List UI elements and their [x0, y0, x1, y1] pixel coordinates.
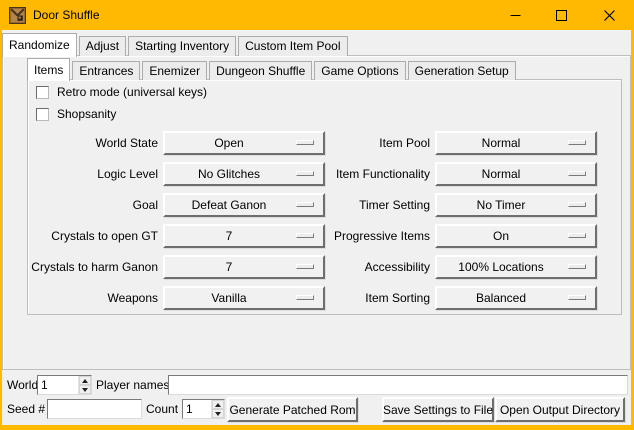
sub-tab-bar: Items Entrances Enemizer Dungeon Shuffle…	[27, 57, 518, 80]
count-spinner[interactable]: 1	[182, 399, 225, 419]
dropdown-indicator-icon	[568, 264, 586, 269]
timer-setting-dropdown[interactable]: No Timer	[435, 193, 597, 217]
progressive-items-dropdown[interactable]: On	[435, 224, 597, 248]
accessibility-dropdown[interactable]: 100% Locations	[435, 255, 597, 279]
item-functionality-label: Item Functionality	[300, 162, 430, 186]
open-output-directory-button[interactable]: Open Output Directory	[495, 397, 625, 422]
world-state-value: Open	[165, 136, 293, 150]
item-pool-value: Normal	[437, 136, 565, 150]
tab-dungeon-shuffle[interactable]: Dungeon Shuffle	[209, 61, 312, 80]
close-icon	[604, 10, 615, 21]
save-settings-button[interactable]: Save Settings to File	[382, 397, 494, 422]
item-sorting-dropdown[interactable]: Balanced	[435, 286, 597, 310]
tab-adjust[interactable]: Adjust	[79, 36, 126, 56]
item-functionality-dropdown[interactable]: Normal	[435, 162, 597, 186]
tab-generation-setup[interactable]: Generation Setup	[408, 61, 516, 80]
count-label: Count	[146, 399, 178, 419]
player-names-input[interactable]	[168, 375, 628, 395]
dropdown-indicator-icon	[568, 233, 586, 238]
retro-mode-row: Retro mode (universal keys)	[36, 85, 207, 99]
tab-enemizer[interactable]: Enemizer	[142, 61, 207, 80]
worlds-value: 1	[38, 376, 78, 394]
crystals-gt-label: Crystals to open GT	[18, 224, 158, 248]
minimize-icon	[510, 10, 521, 21]
title-bar[interactable]: Door Shuffle	[0, 0, 634, 30]
main-tab-bar: Randomize Adjust Starting Inventory Cust…	[2, 32, 350, 56]
tab-entrances[interactable]: Entrances	[72, 61, 140, 80]
close-button[interactable]	[584, 0, 634, 30]
world-state-label: World State	[18, 131, 158, 155]
tab-custom-item-pool[interactable]: Custom Item Pool	[238, 36, 347, 56]
player-names-label: Player names	[96, 375, 169, 395]
retro-mode-label: Retro mode (universal keys)	[57, 85, 207, 99]
crystals-ganon-value: 7	[165, 260, 293, 274]
minimize-button[interactable]	[492, 0, 538, 30]
tab-randomize[interactable]: Randomize	[2, 33, 77, 57]
shopsanity-label: Shopsanity	[57, 107, 116, 121]
goal-value: Defeat Ganon	[165, 198, 293, 212]
item-sorting-label: Item Sorting	[300, 286, 430, 310]
dropdown-indicator-icon	[568, 171, 586, 176]
dropdown-indicator-icon	[568, 140, 586, 145]
item-pool-label: Item Pool	[300, 131, 430, 155]
crystals-gt-value: 7	[165, 229, 293, 243]
item-functionality-value: Normal	[437, 167, 565, 181]
count-value: 1	[183, 400, 211, 418]
spin-down-icon[interactable]	[212, 409, 224, 418]
weapons-value: Vanilla	[165, 291, 293, 305]
spin-up-icon[interactable]	[212, 400, 224, 409]
timer-setting-label: Timer Setting	[300, 193, 430, 217]
seed-label: Seed #	[7, 399, 45, 419]
tab-starting-inventory[interactable]: Starting Inventory	[128, 36, 236, 56]
goal-label: Goal	[18, 193, 158, 217]
tab-items[interactable]: Items	[27, 58, 70, 81]
generate-patched-rom-button[interactable]: Generate Patched Rom	[227, 397, 358, 422]
window-title: Door Shuffle	[33, 0, 100, 30]
app-window: Door Shuffle Randomize Adjust Starting I…	[0, 0, 634, 430]
worlds-spinner-buttons	[78, 376, 91, 394]
progressive-items-label: Progressive Items	[300, 224, 430, 248]
dropdown-indicator-icon	[568, 202, 586, 207]
item-sorting-value: Balanced	[437, 291, 565, 305]
seed-input[interactable]	[47, 399, 142, 419]
accessibility-value: 100% Locations	[437, 260, 565, 274]
item-pool-dropdown[interactable]: Normal	[435, 131, 597, 155]
spin-down-icon[interactable]	[79, 385, 91, 394]
spin-up-icon[interactable]	[79, 376, 91, 385]
app-icon	[9, 7, 26, 24]
weapons-label: Weapons	[18, 286, 158, 310]
accessibility-label: Accessibility	[300, 255, 430, 279]
progressive-items-value: On	[437, 229, 565, 243]
worlds-spinner[interactable]: 1	[37, 375, 92, 395]
logic-level-value: No Glitches	[165, 167, 293, 181]
crystals-ganon-label: Crystals to harm Ganon	[18, 255, 158, 279]
dropdown-indicator-icon	[568, 295, 586, 300]
maximize-icon	[556, 10, 567, 21]
maximize-button[interactable]	[538, 0, 584, 30]
count-spinner-buttons	[211, 400, 224, 418]
logic-level-label: Logic Level	[18, 162, 158, 186]
tab-game-options[interactable]: Game Options	[314, 61, 405, 80]
shopsanity-checkbox[interactable]	[36, 108, 49, 121]
shopsanity-row: Shopsanity	[36, 107, 116, 121]
timer-setting-value: No Timer	[437, 198, 565, 212]
retro-mode-checkbox[interactable]	[36, 86, 49, 99]
